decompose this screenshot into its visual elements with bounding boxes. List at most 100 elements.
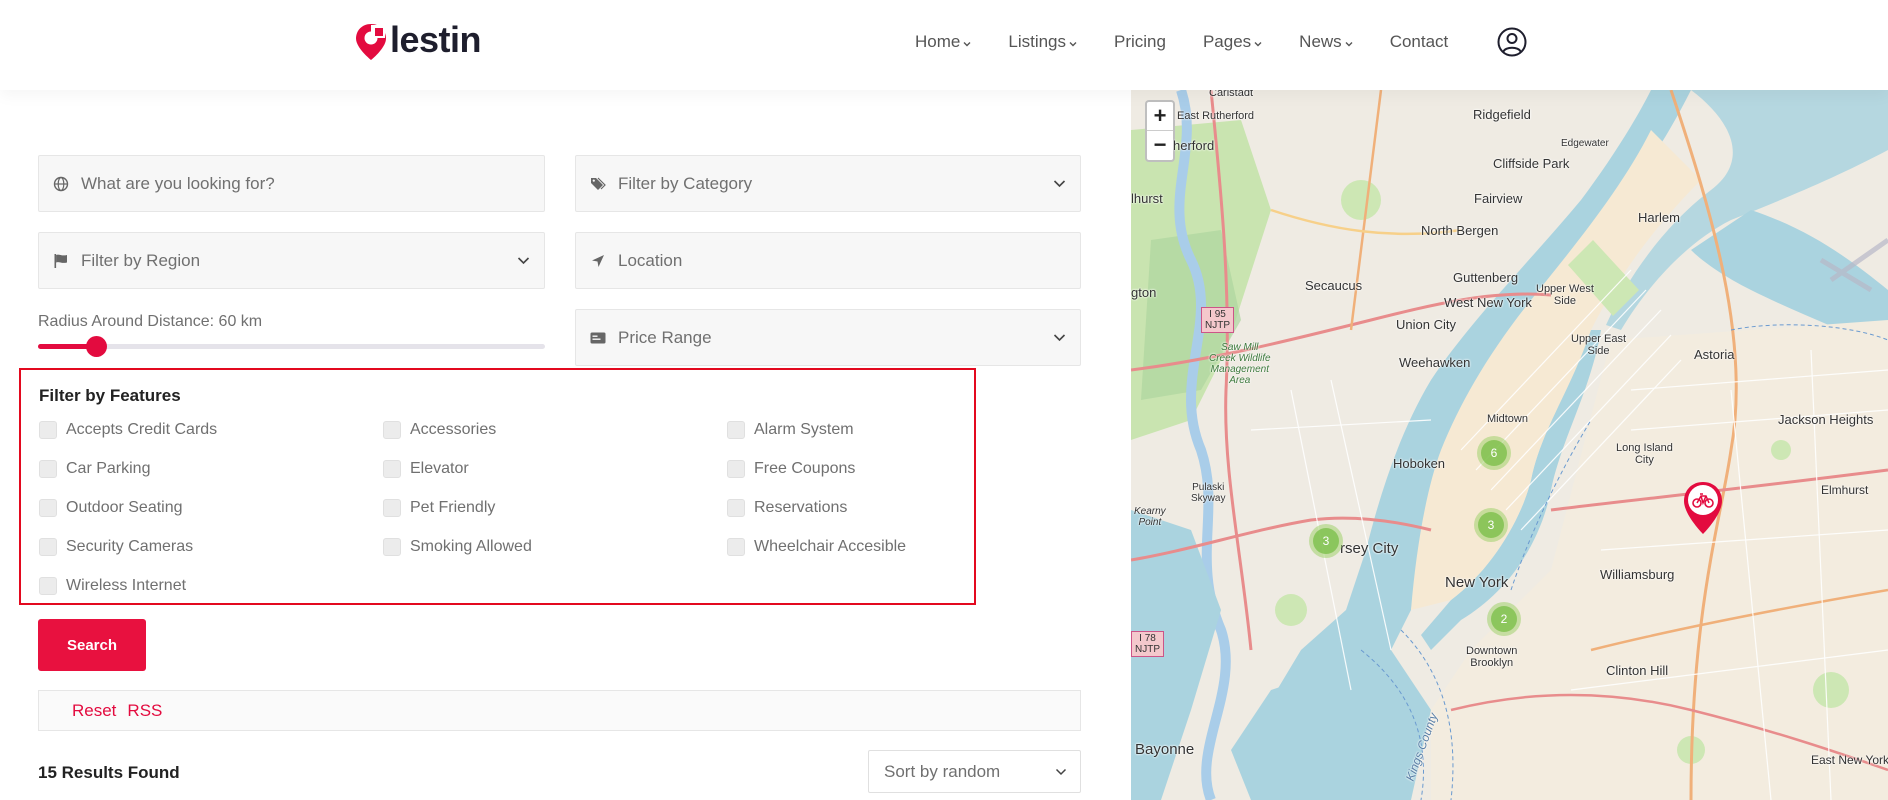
map-cluster[interactable]: 3 [1474,508,1508,542]
listings-map[interactable]: + − Carlstadt East Rutherford herford Ri… [1131,90,1888,800]
map-label-fairview: Fairview [1474,191,1523,206]
search-button[interactable]: Search [38,619,146,671]
map-label-edgewater: Edgewater [1561,138,1609,149]
rss-link[interactable]: RSS [127,701,162,721]
feature-label: Car Parking [66,460,151,477]
map-cluster[interactable]: 3 [1309,524,1343,558]
checkbox[interactable] [383,421,401,439]
feature-smoking-allowed[interactable]: Smoking Allowed [383,537,532,557]
feature-security-cameras[interactable]: Security Cameras [39,537,193,557]
checkbox[interactable] [39,577,57,595]
checkbox[interactable] [39,538,57,556]
checkbox[interactable] [39,421,57,439]
nav-home-label: Home [915,32,961,51]
map-label-elmhurst: Elmhurst [1821,483,1869,497]
keyword-field[interactable] [38,155,545,212]
price-range-select[interactable]: Price Range [575,309,1081,366]
feature-accepts-credit-cards[interactable]: Accepts Credit Cards [39,420,217,440]
feature-wheelchair-accesible[interactable]: Wheelchair Accesible [727,537,906,557]
feature-pet-friendly[interactable]: Pet Friendly [383,498,495,518]
globe-icon [53,176,69,191]
nav-pricing-label: Pricing [1114,32,1166,51]
feature-wireless-internet[interactable]: Wireless Internet [39,576,186,596]
site-logo[interactable]: lestin [354,19,482,62]
nav-home[interactable]: Home [915,30,971,54]
feature-alarm-system[interactable]: Alarm System [727,420,854,440]
cluster-count: 3 [1313,528,1339,554]
zoom-in-button[interactable]: + [1147,102,1173,131]
checkbox[interactable] [727,538,745,556]
feature-label: Elevator [410,460,469,477]
feature-car-parking[interactable]: Car Parking [39,459,150,479]
zoom-out-button[interactable]: − [1147,131,1173,160]
feature-reservations[interactable]: Reservations [727,498,847,518]
feature-label: Wheelchair Accesible [754,538,907,555]
map-label-north-bergen: North Bergen [1421,223,1499,238]
sort-select[interactable]: Sort by random [868,750,1081,793]
map-label-carlstadt: Carlstadt [1209,90,1254,99]
cluster-count: 3 [1478,512,1504,538]
nav-listings-label: Listings [1008,32,1066,51]
location-pin-logo-icon [356,24,386,60]
map-label-jackson-heights: Jackson Heights [1778,412,1874,427]
map-cluster[interactable]: 6 [1477,436,1511,470]
reset-link[interactable]: Reset [72,701,116,721]
feature-accessories[interactable]: Accessories [383,420,496,440]
feature-outdoor-seating[interactable]: Outdoor Seating [39,498,183,518]
nav-pricing[interactable]: Pricing [1114,30,1166,54]
features-filter-box: Filter by Features Accepts Credit Cards … [19,368,976,605]
checkbox[interactable] [39,460,57,478]
map-label-guttenberg: Guttenberg [1453,270,1519,285]
radius-slider[interactable] [38,336,545,357]
features-title: Filter by Features [39,386,181,405]
map-label-bayonne: Bayonne [1135,741,1195,758]
brand-name: lestin [390,19,482,60]
feature-label: Wireless Internet [66,577,187,594]
map-label-downtown: Downtown Brooklyn [1466,645,1518,669]
category-select[interactable]: Filter by Category [575,155,1081,212]
feature-elevator[interactable]: Elevator [383,459,469,479]
chevron-down-icon [1053,180,1066,188]
price-range-label: Price Range [618,327,712,347]
nav-pages[interactable]: Pages [1203,30,1262,54]
location-input[interactable] [618,250,998,271]
checkbox[interactable] [727,421,745,439]
feature-label: Accessories [410,421,497,438]
map-cluster[interactable]: 2 [1487,602,1521,636]
feature-label: Alarm System [754,421,854,438]
location-field[interactable] [575,232,1081,289]
nav-news[interactable]: News [1299,30,1353,54]
feature-label: Reservations [754,499,848,516]
feature-label: Free Coupons [754,460,856,477]
nav-listings[interactable]: Listings [1008,30,1077,54]
chevron-down-icon [963,42,971,47]
region-select[interactable]: Filter by Region [38,232,545,289]
checkbox[interactable] [383,499,401,517]
keyword-input[interactable] [81,173,461,194]
map-label-east-new-york: East New York [1811,753,1888,767]
map-label-upper-east: Upper East Side [1571,333,1627,357]
checkbox[interactable] [383,460,401,478]
flag-icon [54,253,67,268]
map-marker-bicycle-icon[interactable] [1682,480,1724,536]
map-label-kearny: Kearny Point [1134,506,1166,528]
region-select-label: Filter by Region [81,250,201,270]
checkbox[interactable] [39,499,57,517]
nav-contact-label: Contact [1389,32,1449,51]
radius-slider-handle[interactable] [86,336,108,357]
map-label-clinton-hill: Clinton Hill [1606,663,1669,678]
chevron-down-icon [1055,768,1067,776]
category-select-label: Filter by Category [618,173,753,193]
checkbox[interactable] [383,538,401,556]
nav-contact[interactable]: Contact [1390,30,1449,54]
checkbox[interactable] [727,460,745,478]
feature-free-coupons[interactable]: Free Coupons [727,459,855,479]
cluster-count: 2 [1491,606,1517,632]
chevron-down-icon [1254,42,1262,47]
user-circle-icon[interactable] [1497,27,1527,57]
chevron-down-icon [1345,42,1353,47]
feature-label: Accepts Credit Cards [66,421,218,438]
map-label-cliffside: Cliffside Park [1493,156,1570,171]
site-header: lestin Home Listings Pricing Pages News … [0,0,1888,90]
checkbox[interactable] [727,499,745,517]
